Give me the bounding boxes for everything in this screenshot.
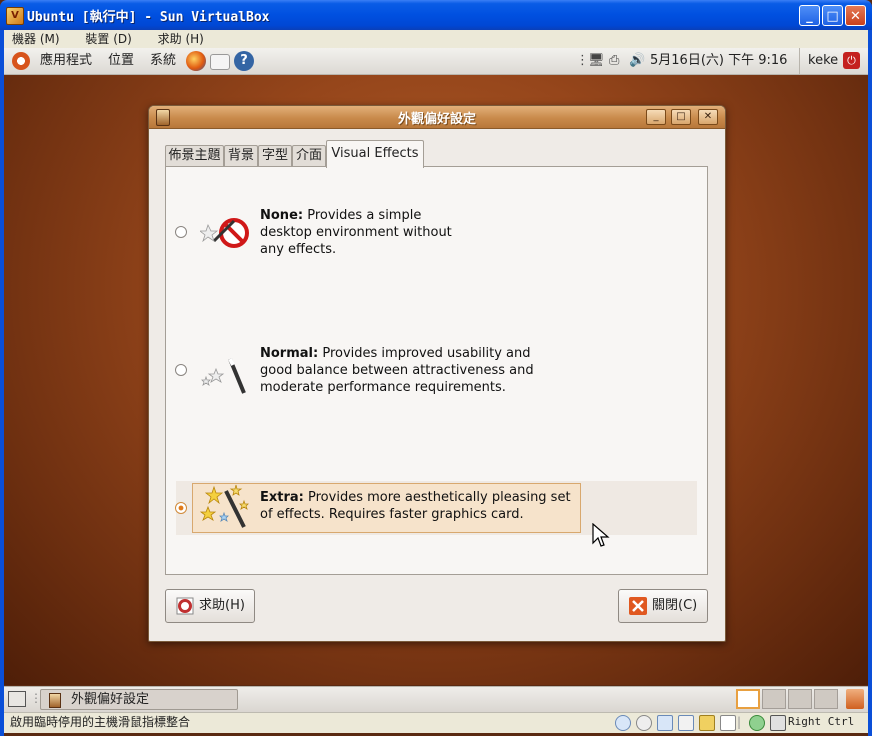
dialog-maximize-button[interactable]: □: [671, 109, 691, 125]
show-desktop-icon[interactable]: [8, 691, 26, 707]
option-extra-text-2: of effects. Requires faster graphics car…: [260, 507, 524, 522]
mail-icon[interactable]: [210, 54, 230, 70]
option-none-text-1: Provides a simple: [307, 208, 422, 223]
option-normal-text-2: good balance between attractiveness and: [260, 363, 534, 378]
option-normal-title: Normal:: [260, 346, 319, 361]
shared-folders-icon[interactable]: [699, 715, 715, 731]
menu-applications[interactable]: 應用程式: [40, 48, 92, 74]
help-button-label: 求助(H): [199, 598, 245, 613]
option-none[interactable]: None: Provides a simple desktop environm…: [166, 167, 707, 297]
visual-effects-page: None: Provides a simple desktop environm…: [165, 166, 708, 575]
dialog-close-button[interactable]: ✕: [698, 109, 718, 125]
network-icon[interactable]: 🖥: [588, 48, 605, 74]
gnome-top-panel: 應用程式 位置 系統 ? ⋮ 🖥 ⎙ 🔊 5月16日(六) 下午 9:16 ke…: [4, 48, 868, 75]
workspace-4[interactable]: [814, 689, 838, 709]
host-frame-right: [868, 30, 872, 736]
appearance-preferences-dialog: 外觀偏好設定 _ □ ✕ 佈景主題 背景 字型 介面 Visual Effect…: [148, 105, 726, 642]
status-separator: |: [737, 715, 742, 729]
lifebuoy-icon: [176, 597, 194, 615]
trash-icon[interactable]: [846, 689, 864, 709]
tab-background[interactable]: 背景: [224, 145, 258, 167]
taskbar-appearance-label: 外觀偏好設定: [71, 692, 150, 707]
host-statusbar: 啟用臨時停用的主機滑鼠指標整合 | Right Ctrl: [4, 712, 868, 733]
close-button[interactable]: ✕: [845, 5, 866, 26]
option-normal-description: Normal: Provides improved usability and …: [260, 345, 534, 396]
option-normal[interactable]: Normal: Provides improved usability and …: [166, 317, 707, 447]
normal-effects-icon: [201, 358, 246, 394]
gnome-bottom-panel: ⋮ 外觀偏好設定: [4, 686, 868, 713]
host-key-label: Right Ctrl: [788, 715, 855, 728]
menu-devices[interactable]: 裝置 (D): [85, 32, 131, 46]
tab-interface[interactable]: 介面: [292, 145, 326, 167]
option-extra-text-1: Provides more aesthetically pleasing set: [308, 490, 571, 505]
seamless-icon[interactable]: [720, 715, 736, 731]
tab-theme[interactable]: 佈景主題: [165, 145, 224, 167]
close-x-icon: [629, 597, 647, 615]
firefox-icon[interactable]: [186, 51, 206, 71]
workspace-2[interactable]: [762, 689, 786, 709]
workspace-1[interactable]: [736, 689, 760, 709]
volume-icon[interactable]: 🔊: [629, 48, 645, 74]
tab-fonts[interactable]: 字型: [258, 145, 292, 167]
option-normal-text-3: moderate performance requirements.: [260, 380, 506, 395]
radio-normal[interactable]: [175, 364, 187, 376]
radio-none[interactable]: [175, 226, 187, 238]
dialog-title: 外觀偏好設定: [397, 112, 476, 127]
cdrom-icon[interactable]: [636, 715, 652, 731]
menu-system[interactable]: 系統: [150, 48, 176, 74]
menu-help[interactable]: 求助 (H): [158, 32, 204, 46]
no-effects-icon: [200, 218, 249, 248]
option-none-text-3: any effects.: [260, 242, 337, 257]
power-icon[interactable]: ⏻: [843, 52, 860, 69]
extra-effects-icon: [200, 484, 249, 528]
option-extra-description: Extra: Provides more aesthetically pleas…: [260, 489, 571, 523]
maximize-button[interactable]: □: [822, 5, 843, 26]
menu-places[interactable]: 位置: [108, 48, 134, 74]
mouse-pointer-icon: [592, 523, 610, 547]
dialog-titlebar: 外觀偏好設定 _ □ ✕: [149, 106, 725, 129]
ubuntu-logo-icon[interactable]: [12, 52, 30, 70]
mouse-integration-icon[interactable]: [749, 715, 765, 731]
virtualbox-icon: V: [6, 7, 24, 25]
option-none-title: None:: [260, 208, 304, 223]
minimize-button[interactable]: _: [799, 5, 820, 26]
user-name[interactable]: keke: [799, 48, 838, 74]
harddisk-icon[interactable]: [615, 715, 631, 731]
host-key-arrow-icon: [770, 715, 786, 731]
clock[interactable]: 5月16日(六) 下午 9:16: [650, 48, 787, 74]
option-extra[interactable]: Extra: Provides more aesthetically pleas…: [166, 481, 707, 535]
close-dialog-button[interactable]: 關閉(C): [618, 589, 708, 623]
help-button[interactable]: 求助(H): [165, 589, 255, 623]
option-none-description: None: Provides a simple desktop environm…: [260, 207, 452, 258]
appearance-task-icon: [49, 693, 61, 708]
host-menubar: 機器 (M) 裝置 (D) 求助 (H): [4, 30, 868, 48]
close-button-label: 關閉(C): [652, 598, 698, 613]
help-icon[interactable]: ?: [234, 51, 254, 71]
usb-icon[interactable]: [678, 715, 694, 731]
host-window-title: Ubuntu [執行中] - Sun VirtualBox: [27, 10, 270, 25]
option-extra-title: Extra:: [260, 490, 304, 505]
radio-extra[interactable]: [175, 502, 187, 514]
option-none-text-2: desktop environment without: [260, 225, 452, 240]
host-titlebar: V Ubuntu [執行中] - Sun VirtualBox _ □ ✕: [0, 0, 872, 30]
option-normal-text-1: Provides improved usability and: [322, 346, 531, 361]
workspace-3[interactable]: [788, 689, 812, 709]
status-message: 啟用臨時停用的主機滑鼠指標整合: [10, 715, 191, 729]
printer-icon[interactable]: ⎙: [609, 48, 619, 74]
tab-visual-effects[interactable]: Visual Effects: [326, 140, 424, 168]
network-adapter-icon[interactable]: [657, 715, 673, 731]
taskbar-appearance-window[interactable]: 外觀偏好設定: [40, 689, 238, 710]
dialog-minimize-button[interactable]: _: [646, 109, 666, 125]
menu-machine[interactable]: 機器 (M): [12, 32, 60, 46]
